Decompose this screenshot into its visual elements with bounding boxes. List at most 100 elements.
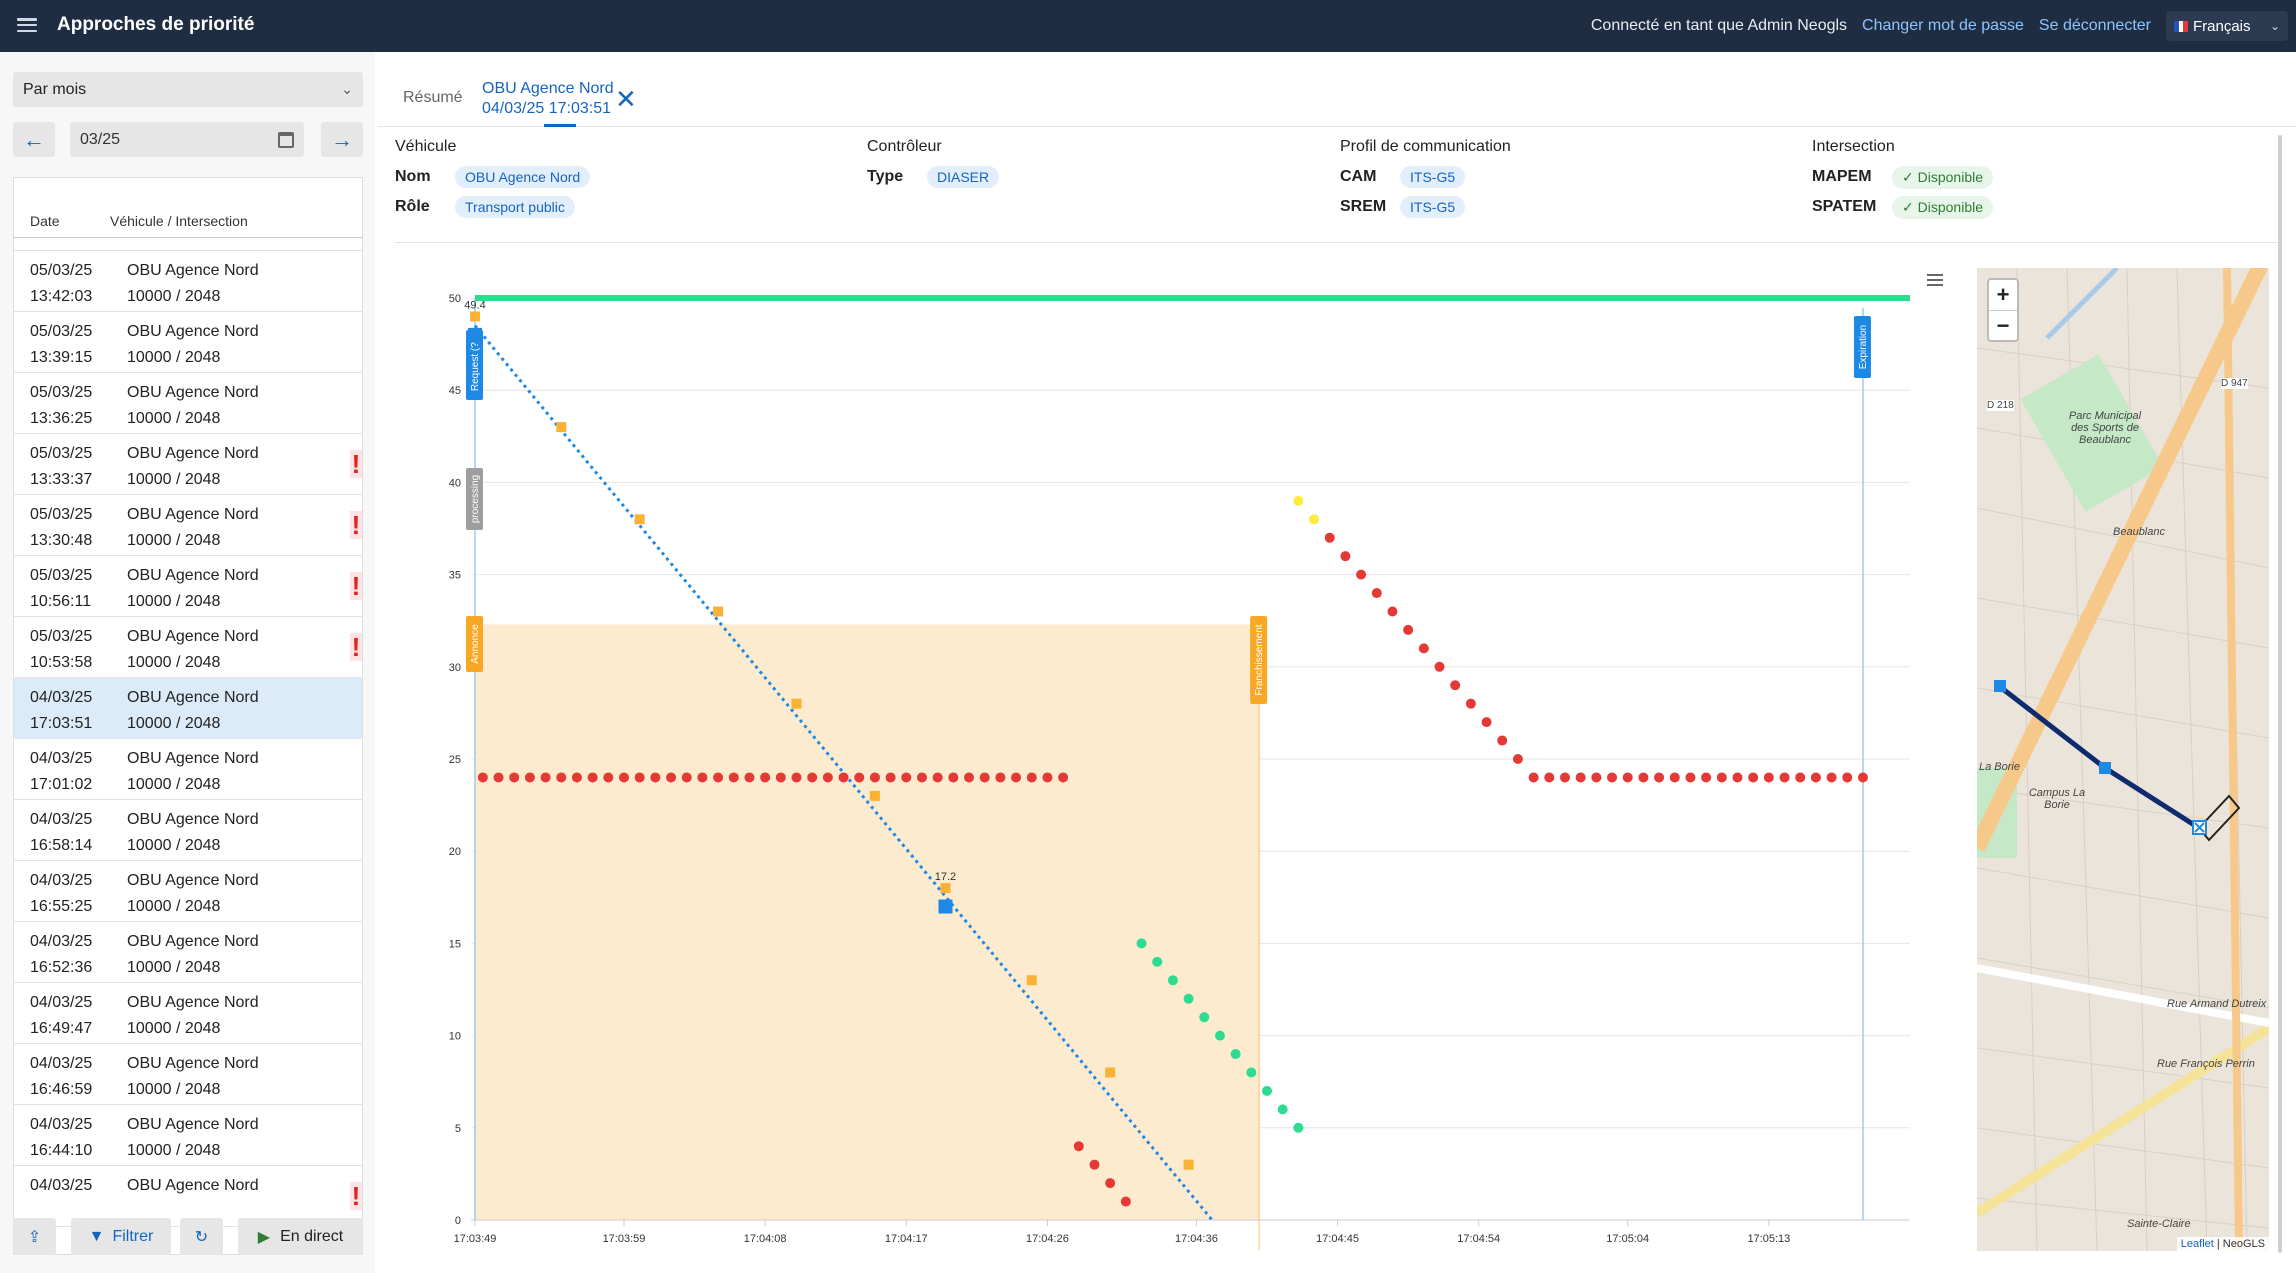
period-select[interactable]: Par mois ⌄ [13, 72, 363, 107]
speed-point [681, 772, 692, 783]
list-scroll-area[interactable]: 05/03/25 OBU Agence Nord 13:42:03 10000 / 2… [14, 238, 362, 1254]
filter-button[interactable]: ▼ Filtrer [71, 1218, 171, 1255]
change-password-link[interactable]: Changer mot de passe [1862, 17, 2024, 35]
item-time: 13:33:37 [30, 471, 93, 488]
chevron-down-icon: ⌄ [2269, 19, 2280, 33]
menu-icon[interactable] [16, 15, 38, 35]
spatem-key: SPATEM [1812, 198, 1877, 215]
item-time: 13:39:15 [30, 349, 93, 366]
speed-point [760, 772, 771, 783]
item-time: 16:52:36 [30, 959, 93, 976]
speed-point [838, 772, 849, 783]
list-item[interactable]: 05/03/25 OBU Agence Nord 13:39:15 10000 / 2… [14, 312, 362, 373]
item-vehicle: OBU Agence Nord [127, 750, 259, 767]
list-item[interactable]: 04/03/25 OBU Agence Nord 17:03:51 10000 / 2… [14, 678, 362, 739]
speed-point [1857, 772, 1868, 783]
map-label: La Borie [1979, 761, 2020, 773]
x-tick-label: 17:04:45 [1316, 1233, 1359, 1245]
list-item[interactable]: 05/03/25 OBU Agence Nord 13:33:37 10000 / 2… [14, 434, 362, 495]
arrow-left-icon: ← [23, 126, 45, 152]
list-item[interactable]: 04/03/25 OBU Agence Nord 16:46:59 10000 / 2… [14, 1044, 362, 1105]
month-input[interactable]: 03/25 [70, 122, 304, 157]
list-item[interactable]: 04/03/25 OBU Agence Nord 16:55:25 10000 / 2… [14, 861, 362, 922]
item-intersection: 10000 / 2048 [127, 898, 221, 915]
list-item[interactable]: 05/03/25 OBU Agence Nord 10:53:58 10000 / 2… [14, 617, 362, 678]
vehicle-role-chip: Transport public [455, 196, 575, 218]
sidebar: Par mois ⌄ ← 03/25 → Date Véhicule / Int… [0, 52, 375, 1273]
type-key: Type [867, 168, 904, 185]
speed-point [666, 772, 677, 783]
export-button[interactable]: ⇪ [13, 1218, 56, 1255]
y-tick-label: 0 [455, 1215, 461, 1227]
legend-label: Vitesse du véhicule [1193, 1257, 1297, 1258]
speed-point [1026, 772, 1037, 783]
eta-point [1105, 1067, 1116, 1078]
speed-point [885, 772, 896, 783]
list-item[interactable]: 05/03/25 OBU Agence Nord 13:30:48 10000 / 2… [14, 495, 362, 556]
list-item[interactable] [14, 238, 362, 251]
x-tick-label: 17:05:04 [1606, 1233, 1649, 1245]
tab-summary[interactable]: Résumé [403, 89, 463, 107]
app-title: Approches de priorité [57, 14, 255, 35]
y-tick-label: 50 [449, 293, 461, 305]
speed-point [1105, 1178, 1116, 1189]
list-item[interactable]: 04/03/25 OBU Agence Nord 16:52:36 10000 / 2… [14, 922, 362, 983]
leaflet-link[interactable]: Leaflet [2181, 1238, 2214, 1250]
speed-point [901, 772, 912, 783]
speed-point [1293, 1122, 1304, 1133]
item-vehicle: OBU Agence Nord [127, 384, 259, 401]
tab-approach[interactable]: OBU Agence Nord 04/03/25 17:03:51 [482, 79, 614, 119]
speed-point [1246, 1067, 1257, 1078]
zoom-in-button[interactable]: + [1989, 280, 2017, 310]
speed-point [713, 772, 724, 783]
speed-point [1183, 993, 1194, 1004]
chart-menu-icon[interactable] [1927, 274, 1943, 286]
eta-point [1183, 1159, 1194, 1170]
list-item[interactable]: 05/03/25 OBU Agence Nord 10:56:11 10000 / 2… [14, 556, 362, 617]
speed-point [932, 772, 943, 783]
x-tick-label: 17:04:08 [744, 1233, 787, 1245]
controller-title: Contrôleur [867, 138, 942, 155]
y-tick-label: 30 [449, 662, 461, 674]
y-tick-label: 10 [449, 1031, 461, 1043]
top-bar: Approches de priorité Connecté en tant q… [0, 0, 2296, 52]
item-intersection: 10000 / 2048 [127, 1142, 221, 1159]
x-tick-label: 17:03:59 [603, 1233, 646, 1245]
list-item[interactable]: 04/03/25 OBU Agence Nord 16:58:14 10000 / 2… [14, 800, 362, 861]
list-item[interactable]: 04/03/25 OBU Agence Nord 17:01:02 10000 / 2… [14, 739, 362, 800]
live-button[interactable]: ▶ En direct [238, 1218, 363, 1255]
item-date: 05/03/25 [30, 628, 93, 645]
point-label: 49.4 [464, 299, 485, 311]
item-vehicle: OBU Agence Nord [127, 689, 259, 706]
intersection-title: Intersection [1812, 138, 1895, 155]
page-scrollbar[interactable] [2278, 135, 2282, 1253]
speed-point [1481, 717, 1492, 728]
speed-point [1512, 754, 1523, 764]
speed-point [1434, 661, 1445, 672]
map-label: Rue Armand Dutreix [2167, 998, 2267, 1010]
logout-link[interactable]: Se déconnecter [2039, 17, 2151, 35]
refresh-button[interactable]: ↻ [180, 1218, 223, 1255]
item-date: 05/03/25 [30, 384, 93, 401]
list-item[interactable]: 05/03/25 OBU Agence Nord 13:36:25 10000 / 2… [14, 373, 362, 434]
detail-tabs: Résumé OBU Agence Nord 04/03/25 17:03:51… [378, 52, 2296, 127]
attribution-text: | NeoGLS [2216, 1238, 2265, 1250]
french-flag-icon [2174, 20, 2189, 32]
map-label: Sainte-Claire [2127, 1218, 2191, 1230]
previous-month-button[interactable]: ← [13, 122, 55, 157]
next-month-button[interactable]: → [321, 122, 363, 157]
plotline-label: Expiration [1858, 325, 1869, 369]
zoom-out-button[interactable]: − [1989, 310, 2017, 340]
calendar-icon[interactable] [278, 131, 294, 148]
speed-point [556, 772, 567, 783]
list-item[interactable]: 04/03/25 OBU Agence Nord 16:44:10 10000 / 2… [14, 1105, 362, 1166]
x-tick-label: 17:04:17 [885, 1233, 928, 1245]
close-icon[interactable]: ✕ [615, 84, 637, 115]
list-item[interactable]: 05/03/25 OBU Agence Nord 13:42:03 10000 / 2… [14, 251, 362, 312]
language-select[interactable]: Français ⌄ [2166, 11, 2288, 41]
speed-point [1716, 772, 1727, 783]
map-label: Parc Municipal des Sports de Beaublanc [2068, 410, 2142, 446]
list-item[interactable]: 04/03/25 OBU Agence Nord 16:49:47 10000 / 2… [14, 983, 362, 1044]
item-time: 10:56:11 [30, 593, 92, 610]
approach-map[interactable]: Parc Municipal des Sports de Beaublanc B… [1977, 268, 2269, 1251]
